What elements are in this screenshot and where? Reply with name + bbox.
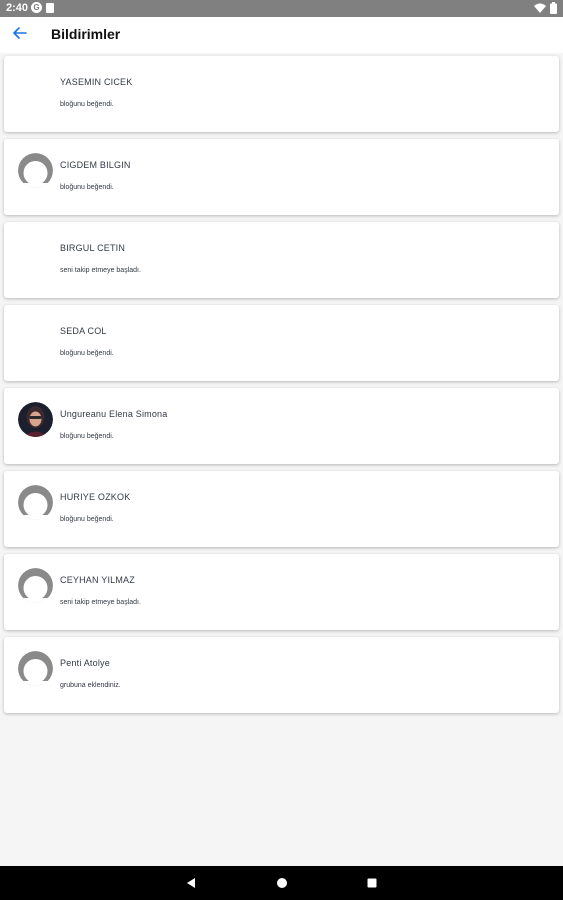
notification-list: YASEMIN CICEK bloğunu beğendi. CIGDEM BI… (4, 56, 559, 720)
notification-user-name: Penti Atolye (60, 658, 110, 668)
notification-card[interactable]: HURIYE OZKOK bloğunu beğendi. (4, 471, 559, 547)
notification-user-name: BIRGUL CETIN (60, 243, 126, 253)
app-bar: Bildirimler (0, 17, 563, 53)
default-avatar-icon[interactable] (18, 153, 53, 188)
notification-user-name: CIGDEM BILGIN (60, 160, 131, 170)
notification-user-name: SEDA COL (60, 326, 107, 336)
page-title: Bildirimler (51, 26, 121, 42)
default-avatar-icon[interactable] (18, 485, 53, 520)
notification-card[interactable]: YASEMIN CICEK bloğunu beğendi. (4, 56, 559, 132)
notification-message: grubuna eklendiniz. (60, 682, 121, 689)
notification-card[interactable]: CIGDEM BILGIN bloğunu beğendi. (4, 139, 559, 215)
recents-square-icon[interactable] (365, 876, 379, 890)
notification-user-name: HURIYE OZKOK (60, 492, 131, 502)
wifi-icon (534, 3, 546, 16)
status-right-icons (534, 2, 557, 17)
notification-card[interactable]: SEDA COL bloğunu beğendi. (4, 305, 559, 381)
arrow-left-icon (13, 26, 27, 44)
notification-card[interactable]: CEYHAN YILMAZ seni takip etmeye başladı. (4, 554, 559, 630)
default-avatar-icon[interactable] (18, 568, 53, 603)
notification-user-name: Ungureanu Elena Simona (60, 409, 168, 419)
google-icon: G (31, 2, 42, 13)
notification-message: bloğunu beğendi. (60, 101, 114, 108)
home-circle-icon[interactable] (275, 876, 289, 890)
notification-message: seni takip etmeye başladı. (60, 267, 141, 274)
notification-message: bloğunu beğendi. (60, 516, 114, 523)
notification-user-name: YASEMIN CICEK (60, 77, 133, 87)
system-nav-bar (0, 866, 563, 900)
battery-icon (550, 2, 557, 17)
user-photo-avatar[interactable] (18, 402, 53, 437)
notification-message: bloğunu beğendi. (60, 184, 114, 191)
status-bar: 2:40 G (0, 0, 563, 17)
notification-message: bloğunu beğendi. (60, 433, 114, 440)
notification-card[interactable]: Penti Atolye grubuna eklendiniz. (4, 637, 559, 713)
status-time: 2:40 (6, 2, 29, 14)
notification-message: seni takip etmeye başladı. (60, 599, 141, 606)
back-triangle-icon[interactable] (184, 876, 198, 890)
status-left-icons: G (31, 2, 54, 13)
back-button[interactable] (10, 25, 30, 45)
default-avatar-icon[interactable] (18, 651, 53, 686)
notification-card[interactable]: BIRGUL CETIN seni takip etmeye başladı. (4, 222, 559, 298)
notification-user-name: CEYHAN YILMAZ (60, 575, 135, 585)
sim-card-icon (46, 2, 54, 13)
notification-message: bloğunu beğendi. (60, 350, 114, 357)
notification-card[interactable]: Ungureanu Elena Simona bloğunu beğendi. (4, 388, 559, 464)
